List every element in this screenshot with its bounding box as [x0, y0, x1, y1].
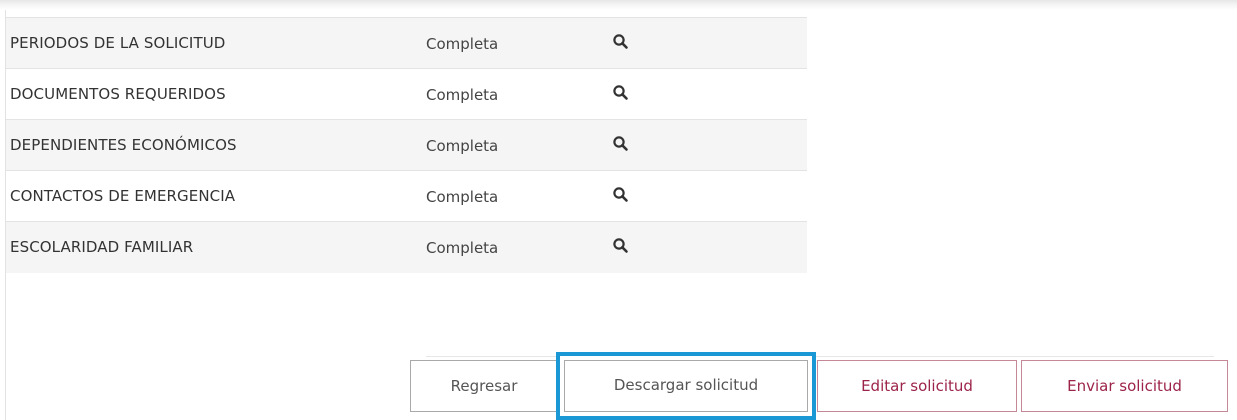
section-status: Completa	[426, 35, 499, 53]
search-icon[interactable]	[612, 237, 630, 255]
table-row: CONTACTOS DE EMERGENCIA Completa	[6, 171, 807, 222]
section-name: CONTACTOS DE EMERGENCIA	[10, 187, 236, 205]
table-row: DEPENDIENTES ECONÓMICOS Completa	[6, 120, 807, 171]
section-name: DEPENDIENTES ECONÓMICOS	[10, 136, 237, 154]
section-status: Completa	[426, 239, 499, 257]
actions-divider	[426, 356, 1214, 357]
send-request-button[interactable]: Enviar solicitud	[1021, 360, 1228, 412]
sections-table: PERIODOS DE LA SOLICITUD Completa DOCUME…	[6, 17, 807, 273]
table-row: DOCUMENTOS REQUERIDOS Completa	[6, 69, 807, 120]
back-button[interactable]: Regresar	[410, 360, 558, 412]
download-button-highlight: Descargar solicitud	[556, 352, 816, 420]
search-icon[interactable]	[612, 33, 630, 51]
edit-request-button[interactable]: Editar solicitud	[817, 360, 1017, 412]
section-name: ESCOLARIDAD FAMILIAR	[10, 238, 194, 256]
search-icon[interactable]	[612, 186, 630, 204]
application-summary-page: PERIODOS DE LA SOLICITUD Completa DOCUME…	[0, 0, 1237, 420]
table-row: ESCOLARIDAD FAMILIAR Completa	[6, 222, 807, 273]
section-name: PERIODOS DE LA SOLICITUD	[10, 34, 226, 52]
table-row: PERIODOS DE LA SOLICITUD Completa	[6, 18, 807, 69]
top-shadow	[0, 0, 1237, 10]
section-name: DOCUMENTOS REQUERIDOS	[10, 85, 226, 103]
search-icon[interactable]	[612, 135, 630, 153]
section-status: Completa	[426, 86, 499, 104]
section-status: Completa	[426, 137, 499, 155]
section-status: Completa	[426, 188, 499, 206]
download-request-button[interactable]: Descargar solicitud	[564, 360, 808, 412]
search-icon[interactable]	[612, 84, 630, 102]
